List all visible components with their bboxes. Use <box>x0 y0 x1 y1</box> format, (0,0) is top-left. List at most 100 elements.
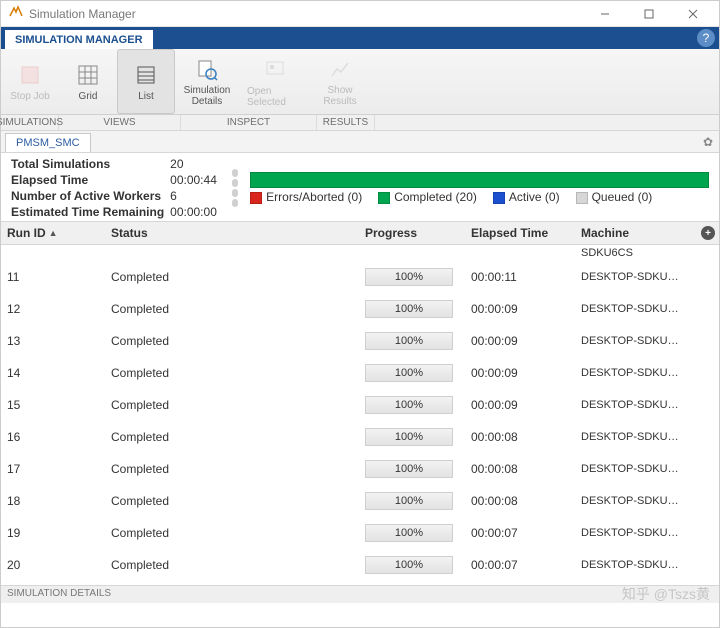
progress-cell: 100% <box>365 524 453 542</box>
workers-value: 6 <box>170 189 226 203</box>
progress-cell: 100% <box>365 332 453 350</box>
time-cell: 00:00:08 <box>465 490 575 512</box>
list-view-button[interactable]: List <box>117 49 175 114</box>
time-cell: 00:00:07 <box>465 522 575 544</box>
stop-icon <box>18 63 42 87</box>
ribbon-groups: SIMULATIONS VIEWS INSPECT RESULTS <box>1 115 719 131</box>
time-cell: 00:00:07 <box>465 554 575 576</box>
results-label: ShowResults <box>323 86 356 107</box>
status-cell: Completed <box>105 298 359 320</box>
status-cell: Completed <box>105 490 359 512</box>
list-label: List <box>138 91 154 102</box>
total-sim-label: Total Simulations <box>11 157 164 171</box>
table-row[interactable]: 14Completed100%00:00:09DESKTOP-SDKU6CS <box>1 357 719 389</box>
table-row-partial[interactable]: SDKU6CS <box>1 245 719 261</box>
machine-cell: SDKU6CS <box>575 245 685 263</box>
progress-cell: 100% <box>365 428 453 446</box>
time-cell: 00:00:09 <box>465 298 575 320</box>
group-views: VIEWS <box>59 115 181 130</box>
table-row[interactable]: 20Completed100%00:00:07DESKTOP-SDKU6CS <box>1 549 719 581</box>
table-body[interactable]: SDKU6CS 11Completed100%00:00:11DESKTOP-S… <box>1 245 719 585</box>
group-simulations: SIMULATIONS <box>1 115 59 130</box>
progress-cell: 100% <box>365 460 453 478</box>
time-cell: 00:00:09 <box>465 362 575 384</box>
summary-panel: Total Simulations Elapsed Time Number of… <box>1 153 719 219</box>
machine-cell: DESKTOP-SDKU6CS <box>575 363 685 383</box>
window-title: Simulation Manager <box>29 7 136 21</box>
col-elapsed[interactable]: Elapsed Time <box>465 222 575 244</box>
progress-cell: 100% <box>365 396 453 414</box>
ribbon-tab-simmanager[interactable]: SIMULATION MANAGER <box>5 30 153 49</box>
status-cell: Completed <box>105 522 359 544</box>
sort-asc-icon: ▲ <box>49 228 58 238</box>
col-runid[interactable]: Run ID▲ <box>1 222 105 244</box>
group-inspect: INSPECT <box>181 115 317 130</box>
machine-cell: DESKTOP-SDKU6CS <box>575 395 685 415</box>
runid-cell: 16 <box>1 426 105 448</box>
table-row[interactable]: 16Completed 100% 00:00:08DESKTOP-SDKU6CS <box>1 421 719 453</box>
maximize-button[interactable] <box>627 2 671 26</box>
col-progress[interactable]: Progress <box>359 222 465 244</box>
table-row[interactable]: 17Completed100%00:00:08DESKTOP-SDKU6CS <box>1 453 719 485</box>
time-cell: 00:00:08 <box>465 426 575 448</box>
table-row[interactable]: 11Completed100%00:00:11DESKTOP-SDKU6CS <box>1 261 719 293</box>
remaining-value: 00:00:00 <box>170 205 226 219</box>
details-icon <box>195 58 219 82</box>
gear-icon[interactable]: ✿ <box>703 135 713 149</box>
col-machine[interactable]: Machine <box>575 222 685 244</box>
machine-cell: DESKTOP-SDKU6CS <box>575 331 685 351</box>
grid-icon <box>76 63 100 87</box>
doc-tabbar: PMSM_SMC ✿ <box>1 131 719 153</box>
add-column-button[interactable]: + <box>701 226 715 240</box>
table-row[interactable]: 12Completed100%00:00:09DESKTOP-SDKU6CS <box>1 293 719 325</box>
runid-cell: 13 <box>1 330 105 352</box>
legend: Errors/Aborted (0) Completed (20) Active… <box>250 190 709 204</box>
status-cell: Completed <box>105 266 359 288</box>
stop-job-label: Stop Job <box>10 91 49 102</box>
table-row[interactable]: 13Completed100%00:00:09DESKTOP-SDKU6CS <box>1 325 719 357</box>
machine-cell: DESKTOP-SDKU6CS <box>575 267 685 287</box>
table-row[interactable]: 19Completed 100% 00:00:07DESKTOP-SDKU6CS <box>1 517 719 549</box>
open-label: Open Selected <box>247 86 303 108</box>
runid-cell: 19 <box>1 522 105 544</box>
help-button[interactable]: ? <box>697 29 715 47</box>
status-cell: Completed <box>105 394 359 416</box>
statusbar: SIMULATION DETAILS <box>1 585 719 603</box>
runid-cell: 11 <box>1 266 105 288</box>
table-row[interactable]: 18Completed100%00:00:08DESKTOP-SDKU6CS <box>1 485 719 517</box>
grid-view-button[interactable]: Grid <box>59 49 117 114</box>
col-status[interactable]: Status <box>105 222 359 244</box>
minimize-button[interactable] <box>583 2 627 26</box>
legend-queued: Queued (0) <box>592 190 653 204</box>
machine-cell: DESKTOP-SDKU6CS <box>575 491 685 511</box>
time-cell: 00:00:08 <box>465 458 575 480</box>
open-icon <box>263 58 287 82</box>
table-row[interactable]: 15Completed100%00:00:09DESKTOP-SDKU6CS <box>1 389 719 421</box>
doc-tab[interactable]: PMSM_SMC <box>5 133 91 152</box>
overall-progress-bar <box>250 172 709 188</box>
runid-cell: 20 <box>1 554 105 576</box>
progress-cell: 100% <box>365 556 453 574</box>
ribbon-tabstrip: SIMULATION MANAGER ? <box>1 27 719 49</box>
group-results: RESULTS <box>317 115 375 130</box>
runid-cell: 14 <box>1 362 105 384</box>
stop-job-button[interactable]: Stop Job <box>1 49 59 114</box>
runid-cell: 17 <box>1 458 105 480</box>
table-header: Run ID▲ Status Progress Elapsed Time Mac… <box>1 221 719 245</box>
close-button[interactable] <box>671 2 715 26</box>
machine-cell: DESKTOP-SDKU6CS <box>575 427 685 447</box>
open-selected-button[interactable]: Open Selected <box>239 49 311 114</box>
machine-cell: DESKTOP-SDKU6CS <box>575 459 685 479</box>
machine-cell: DESKTOP-SDKU6CS <box>575 523 685 543</box>
progress-cell: 100% <box>365 364 453 382</box>
show-results-button[interactable]: ShowResults <box>311 49 369 114</box>
workers-label: Number of Active Workers <box>11 189 164 203</box>
legend-errors: Errors/Aborted (0) <box>266 190 362 204</box>
status-cell: Completed <box>105 426 359 448</box>
simulation-details-button[interactable]: SimulationDetails <box>175 49 239 114</box>
grid-label: Grid <box>79 91 98 102</box>
legend-completed: Completed (20) <box>394 190 477 204</box>
results-icon <box>328 58 352 82</box>
list-icon <box>134 63 158 87</box>
time-cell: 00:00:09 <box>465 330 575 352</box>
